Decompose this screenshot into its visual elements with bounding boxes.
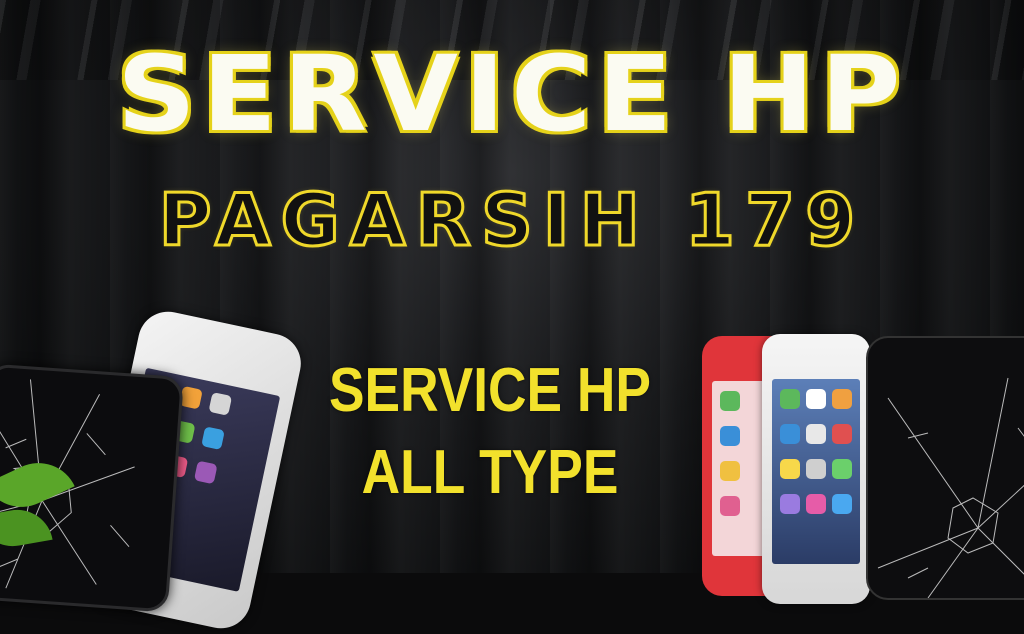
app-icon xyxy=(208,392,233,416)
app-icon xyxy=(780,494,800,514)
app-icon xyxy=(720,391,740,411)
white-smartphone-right xyxy=(762,334,870,604)
app-icon xyxy=(193,460,218,485)
tagline-line1: SERVICE HP xyxy=(328,356,651,425)
app-icon xyxy=(832,494,852,514)
app-icon xyxy=(179,385,203,410)
cracked-phone-icon xyxy=(866,336,1024,600)
phone-screen xyxy=(772,379,860,564)
app-icon xyxy=(720,496,740,516)
app-icon xyxy=(720,461,740,481)
banner-title: SERVICE HP xyxy=(117,33,907,155)
app-icon xyxy=(832,389,852,409)
tagline-line2: ALL TYPE xyxy=(361,438,619,507)
app-icon xyxy=(832,459,852,479)
app-icon xyxy=(806,424,826,444)
app-icon xyxy=(806,494,826,514)
app-icon xyxy=(806,389,826,409)
banner-subtitle: PAGARSIH 179 xyxy=(157,178,866,262)
screen-cracks xyxy=(877,377,1024,598)
app-icon xyxy=(832,424,852,444)
app-icon xyxy=(780,389,800,409)
app-icon xyxy=(806,459,826,479)
app-icon xyxy=(201,426,225,451)
app-icon xyxy=(780,459,800,479)
app-icon xyxy=(720,426,740,446)
app-icon xyxy=(780,424,800,444)
